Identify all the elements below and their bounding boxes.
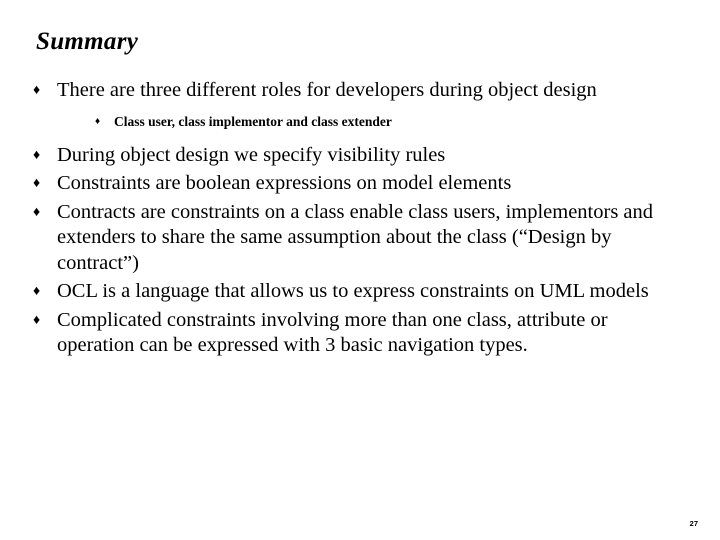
list-item: ♦ Contracts are constraints on a class e… (30, 200, 690, 277)
bullet-list: ♦ There are three different roles for de… (30, 78, 690, 362)
diamond-bullet-icon: ♦ (33, 284, 41, 299)
list-item-text: During object design we specify visibili… (57, 143, 446, 166)
diamond-bullet-icon: ♦ (33, 176, 41, 191)
list-item: ♦ There are three different roles for de… (30, 78, 690, 131)
list-item: ♦ During object design we specify visibi… (30, 143, 690, 169)
diamond-bullet-icon: ♦ (33, 83, 41, 98)
diamond-bullet-icon: ♦ (33, 147, 41, 163)
diamond-bullet-icon: ♦ (33, 312, 41, 328)
page-number: 27 (689, 519, 698, 528)
sub-list-item: ♦ Class user, class implementor and clas… (92, 113, 690, 131)
diamond-sub-bullet-icon: ♦ (95, 115, 101, 127)
list-item: ♦ Constraints are boolean expressions on… (30, 171, 690, 197)
page-title: Summary (36, 28, 139, 55)
list-item-text: Contracts are constraints on a class ena… (57, 200, 654, 274)
sub-list-item-text: Class user, class implementor and class … (114, 113, 392, 129)
diamond-bullet-icon: ♦ (33, 204, 41, 220)
list-item-text: Constraints are boolean expressions on m… (57, 172, 512, 194)
sub-bullet-list: ♦ Class user, class implementor and clas… (57, 113, 690, 131)
list-item-text: Complicated constraints involving more t… (57, 308, 608, 357)
list-item: ♦ Complicated constraints involving more… (30, 308, 690, 359)
list-item: ♦ OCL is a language that allows us to ex… (30, 279, 690, 305)
slide-canvas: Summary ♦ There are three different role… (0, 0, 720, 540)
list-item-text: OCL is a language that allows us to expr… (57, 280, 649, 302)
list-item-text: There are three different roles for deve… (57, 79, 597, 101)
